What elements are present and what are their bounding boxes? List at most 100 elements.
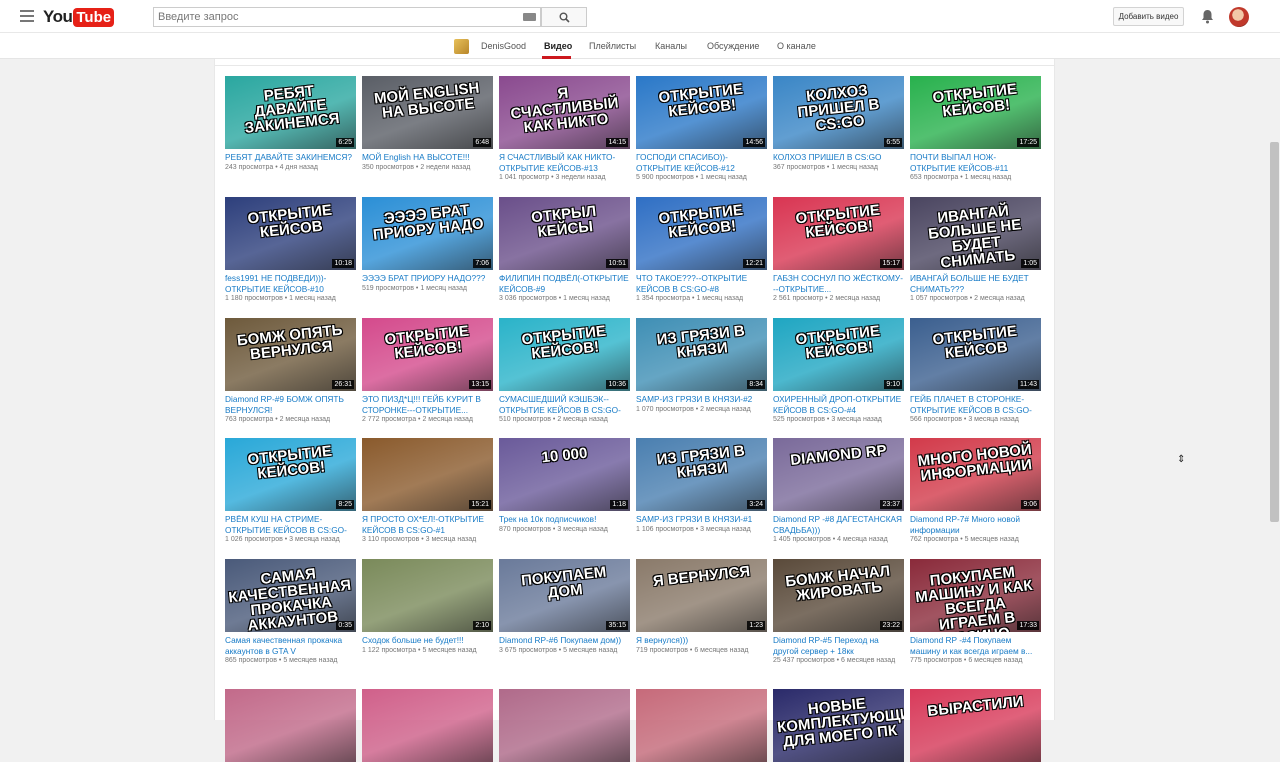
keyboard-icon[interactable] [523,13,536,21]
video-title-link[interactable]: Diamond RP -#4 Покупаем машину и как все… [910,635,1041,656]
video-card[interactable]: ИЗ ГРЯЗИ В КНЯЗИ 3:24 SAMP-ИЗ ГРЯЗИ В КНЯЗ… [636,438,767,535]
tab-discussion[interactable]: Обсуждение [707,41,759,51]
video-card[interactable]: ПОКУПАЕМ МАШИНУ И КАК ВСЕГДА ИГРАЕМ В КА… [910,559,1041,667]
video-card[interactable]: ОТКРЫТИЕ КЕЙСОВ! 17:25 ПОЧТИ ВЫПАЛ НОЖ-ОТК… [910,76,1041,184]
video-thumbnail[interactable]: ОТКРЫТИЕ КЕЙСОВ! 14:56 [636,76,767,149]
video-thumbnail[interactable]: ОТКРЫТИЕ КЕЙСОВ! 15:17 [773,197,904,270]
video-title-link[interactable]: Diamond RP-#6 Покупаем дом)) [499,635,630,646]
video-card[interactable]: ОТКРЫТИЕ КЕЙСОВ! 8:25 РВЁМ КУШ НА СТРИМЕ-О… [225,438,356,546]
video-title-link[interactable]: РЕБЯТ ДАВАЙТЕ ЗАКИНЕМСЯ? [225,152,356,163]
tab-videos[interactable]: Видео [544,41,572,51]
video-thumbnail[interactable]: БОМЖ ОПЯТЬ ВЕРНУЛСЯ 26:31 [225,318,356,391]
video-title-link[interactable]: ГОСПОДИ СПАСИБО))-ОТКРЫТИЕ КЕЙСОВ-#12 [636,152,767,173]
video-card[interactable]: БОМЖ НАЧАЛ ЖИРОВАТЬ 23:22 Diamond RP-#5 Пе… [773,559,904,667]
video-card[interactable] [499,689,630,762]
video-card[interactable] [636,689,767,762]
video-thumbnail[interactable]: DIAMOND RP 23:37 [773,438,904,511]
video-card[interactable]: ОТКРЫЛ КЕЙСЫ 10:51 ФИЛИПИН ПОДВЁЛ(-ОТКРЫТИ… [499,197,630,305]
video-thumbnail[interactable]: МОЙ ENGLISH НА ВЫСОТЕ 6:48 [362,76,493,149]
video-title-link[interactable]: Самая качественная прокачка аккаунтов в … [225,635,356,656]
tab-playlists[interactable]: Плейлисты [589,41,636,51]
video-thumbnail[interactable] [499,689,630,762]
video-thumbnail[interactable]: ОТКРЫТИЕ КЕЙСОВ 11:43 [910,318,1041,391]
video-title-link[interactable]: РВЁМ КУШ НА СТРИМЕ-ОТКРЫТИЕ КЕЙСОВ В CS:… [225,514,356,535]
video-thumbnail[interactable]: ПОКУПАЕМ МАШИНУ И КАК ВСЕГДА ИГРАЕМ В КА… [910,559,1041,632]
video-card[interactable]: ОТКРЫТИЕ КЕЙСОВ! 15:17 ГАБЗН СОСНУЛ ПО ЖЁС… [773,197,904,305]
video-title-link[interactable]: Сходок больше не будет!!! [362,635,493,646]
video-card[interactable]: ОТКРЫТИЕ КЕЙСОВ! 10:36 СУМАСШЕДШИЙ КЭШБЭК-… [499,318,630,426]
video-title-link[interactable]: СУМАСШЕДШИЙ КЭШБЭК--ОТКРЫТИЕ КЕЙСОВ В CS… [499,394,630,415]
video-card[interactable]: МНОГО НОВОЙ ИНФОРМАЦИИ 9:06 Diamond RP-7# … [910,438,1041,546]
video-title-link[interactable]: Diamond RP-7# Много новой информации [910,514,1041,535]
video-card[interactable]: ИЗ ГРЯЗИ В КНЯЗИ 8:34 SAMP-ИЗ ГРЯЗИ В КНЯЗ… [636,318,767,415]
video-title-link[interactable]: Я ПРОСТО ОХ*ЕЛ!-ОТКРЫТИЕ КЕЙСОВ В CS:GO-… [362,514,493,535]
video-thumbnail[interactable]: ИЗ ГРЯЗИ В КНЯЗИ 8:34 [636,318,767,391]
video-card[interactable]: 15:21 Я ПРОСТО ОХ*ЕЛ!-ОТКРЫТИЕ КЕЙСОВ В C… [362,438,493,546]
video-card[interactable] [362,689,493,762]
video-title-link[interactable]: ЭТО ПИЗД*Ц!!! ГЕЙБ КУРИТ В СТОРОНКЕ---ОТ… [362,394,493,415]
video-thumbnail[interactable] [362,689,493,762]
video-thumbnail[interactable]: 15:21 [362,438,493,511]
video-title-link[interactable]: ЭЭЭЭ БРАТ ПРИОРУ НАДО??? [362,273,493,284]
video-title-link[interactable]: ОХИРЕННЫЙ ДРОП-ОТКРЫТИЕ КЕЙСОВ В CS:GO-#… [773,394,904,415]
video-card[interactable]: 10 000 1:18 Трек на 10к подписчиков! 870 пр… [499,438,630,535]
video-title-link[interactable]: ЧТО ТАКОЕ???--ОТКРЫТИЕ КЕЙСОВ В CS:GO-#8 [636,273,767,294]
video-card[interactable]: Я ВЕРНУЛСЯ 1:23 Я вернулся))) 719 просмотро… [636,559,767,656]
video-card[interactable]: ВЫРАСТИЛИ [910,689,1041,762]
video-title-link[interactable]: Diamond RP-#5 Переход на другой сервер +… [773,635,904,656]
video-card[interactable]: ОТКРЫТИЕ КЕЙСОВ! 12:21 ЧТО ТАКОЕ???--ОТКРЫ… [636,197,767,305]
notifications-bell-icon[interactable] [1201,9,1214,24]
video-card[interactable]: ИВАНГАЙ БОЛЬШЕ НЕ БУДЕТ СНИМАТЬ 1:05 ИВАНГ… [910,197,1041,305]
video-card[interactable]: ОТКРЫТИЕ КЕЙСОВ 10:18 fess1991 НЕ ПОДВЕДИ)… [225,197,356,305]
video-thumbnail[interactable]: НОВЫЕ КОМПЛЕКТУЮЩИЕ ДЛЯ МОЕГО ПК [773,689,904,762]
video-title-link[interactable]: Diamond RP -#8 ДАГЕСТАНСКАЯ СВАДЬБА))) [773,514,904,535]
video-thumbnail[interactable]: МНОГО НОВОЙ ИНФОРМАЦИИ 9:06 [910,438,1041,511]
video-card[interactable]: ОТКРЫТИЕ КЕЙСОВ! 13:15 ЭТО ПИЗД*Ц!!! ГЕЙБ … [362,318,493,426]
video-thumbnail[interactable]: ОТКРЫТИЕ КЕЙСОВ! 17:25 [910,76,1041,149]
video-thumbnail[interactable]: ОТКРЫТИЕ КЕЙСОВ! 12:21 [636,197,767,270]
video-card[interactable]: НОВЫЕ КОМПЛЕКТУЮЩИЕ ДЛЯ МОЕГО ПК [773,689,904,762]
video-thumbnail[interactable]: БОМЖ НАЧАЛ ЖИРОВАТЬ 23:22 [773,559,904,632]
video-thumbnail[interactable]: РЕБЯТ ДАВАЙТЕ ЗАКИНЕМСЯ 6:25 [225,76,356,149]
channel-name-link[interactable]: DenisGood [481,41,526,51]
video-card[interactable]: РЕБЯТ ДАВАЙТЕ ЗАКИНЕМСЯ 6:25 РЕБЯТ ДАВАЙТЕ… [225,76,356,173]
video-thumbnail[interactable]: 10 000 1:18 [499,438,630,511]
video-card[interactable]: БОМЖ ОПЯТЬ ВЕРНУЛСЯ 26:31 Diamond RP-#9 БО… [225,318,356,426]
video-title-link[interactable]: SAMP-ИЗ ГРЯЗИ В КНЯЗИ-#1 [636,514,767,525]
video-thumbnail[interactable]: Я ВЕРНУЛСЯ 1:23 [636,559,767,632]
video-thumbnail[interactable]: ПОКУПАЕМ ДОМ 35:15 [499,559,630,632]
video-card[interactable]: МОЙ ENGLISH НА ВЫСОТЕ 6:48 МОЙ English НА … [362,76,493,173]
video-title-link[interactable]: ГЕЙБ ПЛАЧЕТ В СТОРОНКЕ-ОТКРЫТИЕ КЕЙСОВ В… [910,394,1041,415]
video-thumbnail[interactable]: КОЛХОЗ ПРИШЕЛ В CS:GO 6:55 [773,76,904,149]
search-button[interactable] [541,7,587,27]
account-avatar[interactable] [1229,7,1249,27]
video-title-link[interactable]: Я СЧАСТЛИВЫЙ КАК НИКТО-ОТКРЫТИЕ КЕЙСОВ-#… [499,152,630,173]
youtube-logo[interactable]: You Tube [43,7,115,27]
video-title-link[interactable]: Я вернулся))) [636,635,767,646]
guide-menu-icon[interactable] [20,10,34,22]
video-thumbnail[interactable]: ОТКРЫТИЕ КЕЙСОВ! 10:36 [499,318,630,391]
video-card[interactable]: ПОКУПАЕМ ДОМ 35:15 Diamond RP-#6 Покупаем … [499,559,630,656]
video-thumbnail[interactable] [225,689,356,762]
page-scrollbar-thumb[interactable] [1270,142,1279,522]
video-card[interactable]: ОТКРЫТИЕ КЕЙСОВ! 9:10 ОХИРЕННЫЙ ДРОП-ОТКРЫ… [773,318,904,426]
video-title-link[interactable]: ФИЛИПИН ПОДВЁЛ(-ОТКРЫТИЕ КЕЙСОВ-#9 [499,273,630,294]
video-thumbnail[interactable]: ОТКРЫЛ КЕЙСЫ 10:51 [499,197,630,270]
video-thumbnail[interactable]: ОТКРЫТИЕ КЕЙСОВ 10:18 [225,197,356,270]
video-thumbnail[interactable]: САМАЯ КАЧЕСТВЕННАЯ ПРОКАЧКА АККАУНТОВ 0:3… [225,559,356,632]
video-thumbnail[interactable]: ОТКРЫТИЕ КЕЙСОВ! 8:25 [225,438,356,511]
video-thumbnail[interactable]: ИЗ ГРЯЗИ В КНЯЗИ 3:24 [636,438,767,511]
video-card[interactable]: ОТКРЫТИЕ КЕЙСОВ! 14:56 ГОСПОДИ СПАСИБО))-О… [636,76,767,184]
video-card[interactable]: САМАЯ КАЧЕСТВЕННАЯ ПРОКАЧКА АККАУНТОВ 0:3… [225,559,356,667]
video-title-link[interactable]: МОЙ English НА ВЫСОТЕ!!! [362,152,493,163]
video-card[interactable]: ОТКРЫТИЕ КЕЙСОВ 11:43 ГЕЙБ ПЛАЧЕТ В СТОРОН… [910,318,1041,426]
video-card[interactable]: Я СЧАСТЛИВЫЙ КАК НИКТО 14:15 Я СЧАСТЛИВЫЙ … [499,76,630,184]
video-card[interactable] [225,689,356,762]
video-card[interactable]: DIAMOND RP 23:37 Diamond RP -#8 ДАГЕСТАНСК… [773,438,904,546]
video-card[interactable]: ЭЭЭЭ БРАТ ПРИОРУ НАДО 7:06 ЭЭЭЭ БРАТ ПРИОР… [362,197,493,294]
video-thumbnail[interactable]: ВЫРАСТИЛИ [910,689,1041,762]
video-thumbnail[interactable]: ИВАНГАЙ БОЛЬШЕ НЕ БУДЕТ СНИМАТЬ 1:05 [910,197,1041,270]
video-title-link[interactable]: ИВАНГАЙ БОЛЬШЕ НЕ БУДЕТ СНИМАТЬ??? [910,273,1041,294]
video-card[interactable]: 2:10 Сходок больше не будет!!! 1 122 просм… [362,559,493,656]
video-title-link[interactable]: SAMP-ИЗ ГРЯЗИ В КНЯЗИ-#2 [636,394,767,405]
